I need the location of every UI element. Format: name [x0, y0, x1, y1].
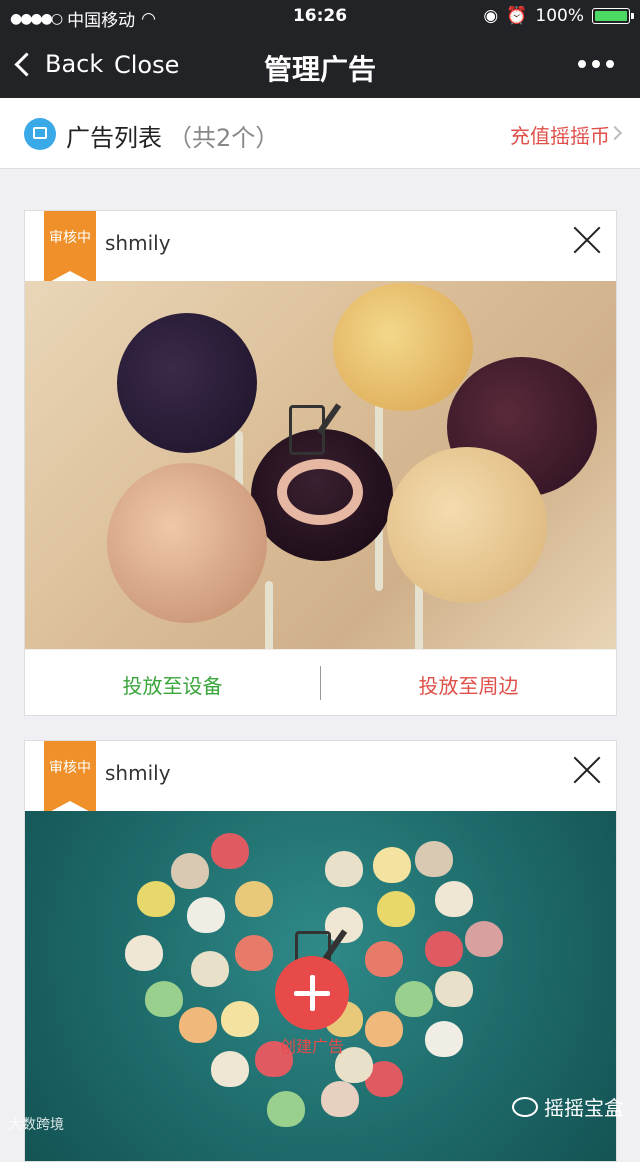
ad-card-actions: 投放至设备 投放至周边	[25, 649, 616, 716]
watermark-left: 大数跨境	[8, 1117, 64, 1133]
create-ad-label: 创建广告	[279, 1037, 344, 1056]
ad-card-header: 审核中 shmily	[25, 741, 616, 815]
nav-bar: Back Close 管理广告	[0, 36, 640, 98]
chevron-right-icon	[607, 125, 623, 141]
recharge-link[interactable]: 充值摇摇币	[510, 120, 610, 149]
alarm-icon: ⏰	[506, 6, 528, 26]
battery-icon	[592, 8, 634, 24]
ad-list-title-text: 广告列表	[66, 124, 162, 152]
status-badge: 审核中	[44, 211, 96, 285]
more-options-icon[interactable]	[578, 60, 614, 68]
close-icon[interactable]	[572, 225, 602, 255]
lock-rotation-icon: ◉	[483, 6, 499, 26]
ad-list-header: 广告列表 （共2个） 充值摇摇币	[0, 98, 640, 169]
watermark-right: 摇摇宝盒	[512, 1092, 624, 1121]
status-badge: 审核中	[44, 741, 96, 815]
ad-name: shmily	[105, 761, 171, 785]
ad-list-icon	[24, 118, 56, 150]
status-right: ◉ ⏰ 100%	[483, 6, 634, 26]
ad-count: （共2个）	[168, 124, 280, 152]
ad-image[interactable]	[25, 281, 616, 649]
deploy-nearby-button[interactable]: 投放至周边	[321, 670, 616, 699]
status-bar: ●●●●○ 中国移动 ◠ 16:26 ◉ ⏰ 100%	[0, 0, 640, 32]
close-icon[interactable]	[572, 755, 602, 785]
ad-list-title: 广告列表 （共2个）	[66, 118, 279, 153]
ad-name: shmily	[105, 231, 171, 255]
create-ad-button[interactable]	[275, 956, 349, 1030]
page-title: 管理广告	[263, 53, 376, 86]
ad-card: 审核中 shmily 投放至设备 投放至周边	[24, 210, 617, 716]
deploy-to-device-button[interactable]: 投放至设备	[25, 670, 320, 699]
watermark-right-text: 摇摇宝盒	[544, 1096, 624, 1120]
top-bar: ●●●●○ 中国移动 ◠ 16:26 ◉ ⏰ 100% Back Close 管…	[0, 0, 640, 98]
wechat-icon	[512, 1096, 538, 1117]
ad-card-header: 审核中 shmily	[25, 211, 616, 285]
edit-icon[interactable]	[289, 405, 325, 455]
battery-percent: 100%	[535, 6, 584, 26]
